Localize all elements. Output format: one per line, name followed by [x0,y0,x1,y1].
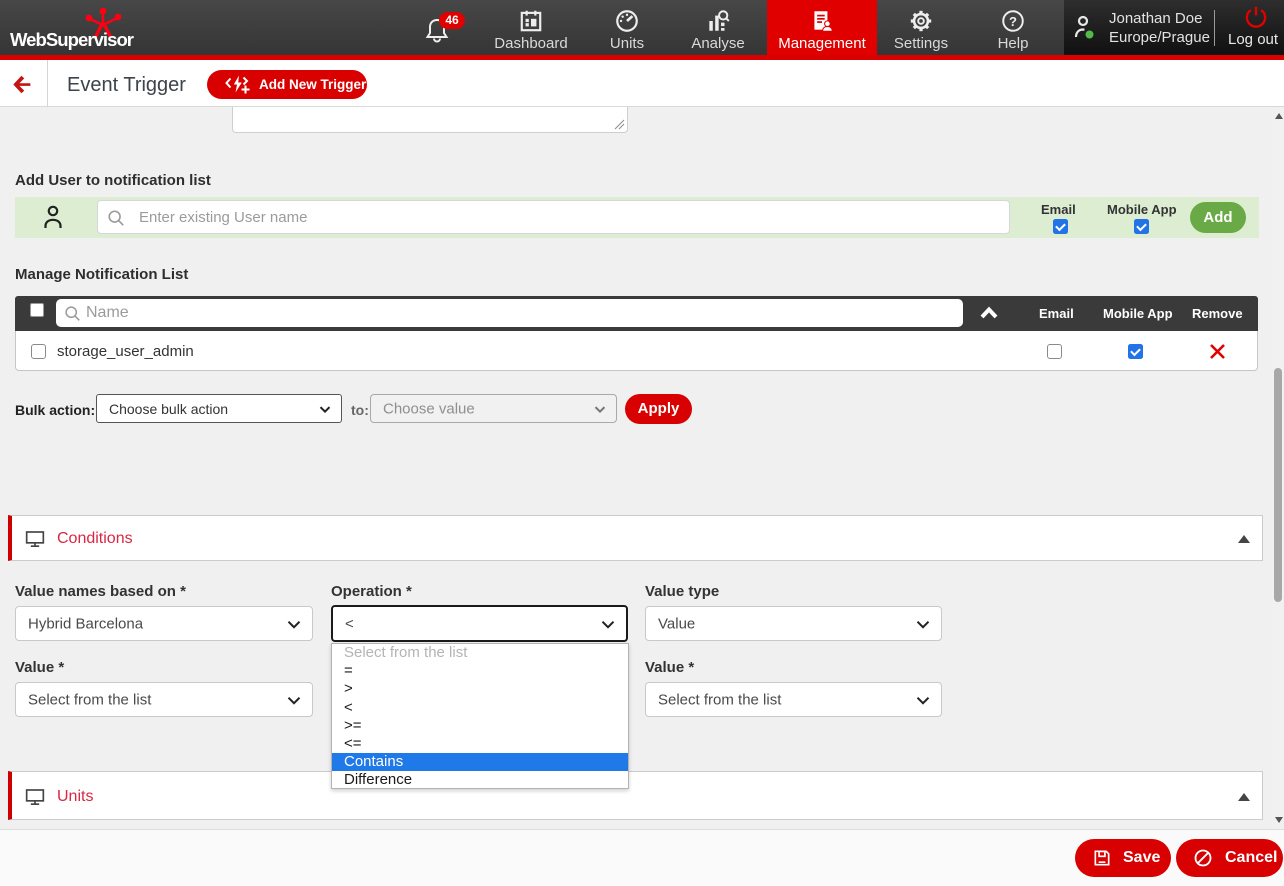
svg-text:?: ? [1009,14,1017,29]
svg-text:WebSupervisor: WebSupervisor [10,29,134,50]
